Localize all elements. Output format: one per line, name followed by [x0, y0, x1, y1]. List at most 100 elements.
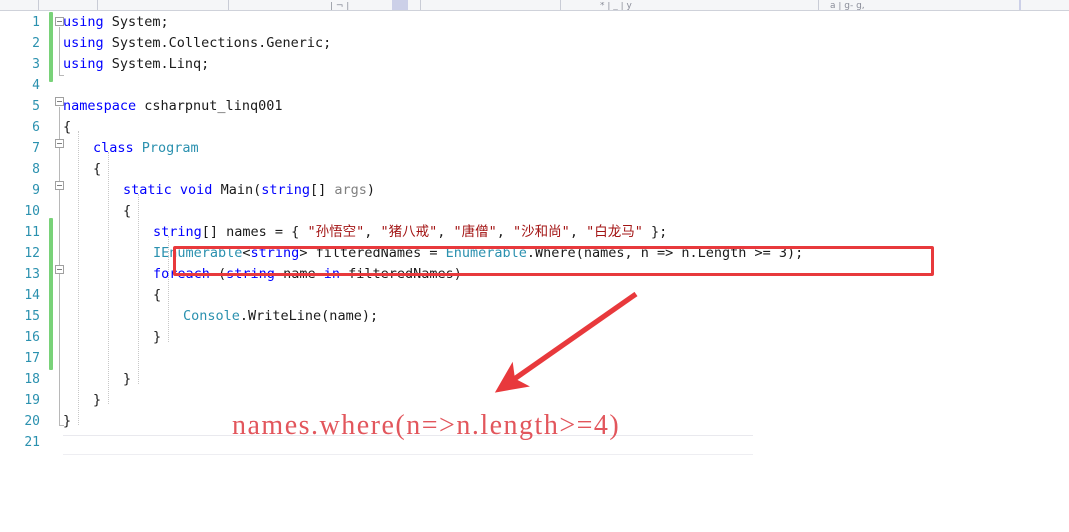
code-line[interactable]: 5 namespace csharpnut_linq001	[0, 96, 1069, 117]
token-str: "猪八戒"	[380, 224, 438, 240]
line-number: 17	[24, 351, 40, 366]
token-id: filteredNames)	[340, 266, 462, 282]
token-pun: }	[123, 371, 132, 387]
code-line[interactable]: 11 string[] names = { "孙悟空", "猪八戒", "唐僧",…	[0, 222, 1069, 243]
code-line[interactable]: 1 using System;	[0, 12, 1069, 33]
toolbar-divider-5	[560, 0, 561, 10]
token-kw: namespace	[63, 98, 137, 114]
toolbar-strip[interactable]: | ¬ | * | _ | y a | g- g,	[0, 0, 1069, 11]
code-line[interactable]: 7 class Program	[0, 138, 1069, 159]
code-line-text[interactable]: string[] names = { "孙悟空", "猪八戒", "唐僧", "…	[153, 222, 667, 243]
code-line[interactable]: 14 {	[0, 285, 1069, 306]
code-editor-surface[interactable]: 1 using System; 2 using System.Collections.…	[0, 11, 1069, 532]
code-line-text[interactable]: }	[63, 411, 71, 432]
code-line-text[interactable]: {	[153, 285, 161, 306]
toolbar-divider-2	[97, 0, 98, 10]
token-pun: {	[63, 119, 72, 135]
toolbar-ghost-right: a | g- g,	[830, 2, 865, 11]
code-line-text[interactable]: }	[153, 327, 161, 348]
token-id: ,	[496, 224, 514, 240]
token-id: ,	[364, 224, 381, 240]
token-kw: void	[179, 182, 213, 198]
code-line[interactable]: 9 static void Main(string[] args)	[0, 180, 1069, 201]
document-end-rule-2	[63, 454, 753, 455]
code-line-text[interactable]: foreach (string name in filteredNames)	[153, 264, 462, 285]
token-id: .Where(names, n => n.Length >= 3);	[526, 245, 804, 261]
code-line[interactable]: 6{	[0, 117, 1069, 138]
token-id: name	[274, 266, 324, 282]
token-kw: string	[250, 245, 300, 261]
token-str: "沙和尚"	[513, 224, 570, 240]
code-line-text[interactable]: class Program	[93, 138, 199, 159]
token-kw: string	[261, 182, 310, 198]
code-line[interactable]: 18}	[0, 369, 1069, 390]
token-kw: in	[323, 266, 340, 282]
code-line-text[interactable]: IEnumerable<string> filteredNames = Enum…	[153, 243, 803, 264]
code-line[interactable]: 17	[0, 348, 1069, 369]
token-prm: args	[334, 182, 367, 198]
token-id: System;	[103, 14, 169, 30]
code-line-text[interactable]: using System;	[63, 12, 169, 33]
code-line[interactable]: 2 using System.Collections.Generic;	[0, 33, 1069, 54]
code-line-text[interactable]: namespace csharpnut_linq001	[63, 96, 282, 117]
code-line-text[interactable]: {	[93, 159, 101, 180]
code-line-text[interactable]: }	[123, 369, 131, 390]
token-pun: >	[299, 245, 316, 261]
token-str: "孙悟空"	[307, 224, 365, 240]
token-str: "白龙马"	[586, 224, 643, 240]
line-number: 16	[24, 330, 40, 345]
code-line[interactable]: 19}	[0, 390, 1069, 411]
annotation-note-text: names.where(n=>n.length>=4)	[232, 410, 621, 441]
token-id: ,	[569, 224, 587, 240]
token-kw: using	[63, 35, 104, 51]
code-line[interactable]: 12 IEnumerable<string> filteredNames = En…	[0, 243, 1069, 264]
code-line-text[interactable]: using System.Linq;	[63, 54, 209, 75]
toolbar-divider-1	[38, 0, 39, 10]
token-id	[134, 140, 142, 156]
line-number: 2	[32, 36, 40, 51]
token-kw: static	[123, 182, 172, 198]
line-number: 11	[24, 225, 40, 240]
code-line-text[interactable]: static void Main(string[] args)	[123, 180, 375, 201]
line-number: 19	[24, 393, 40, 408]
line-number: 9	[32, 183, 40, 198]
token-pun: {	[93, 161, 102, 177]
token-kw: string	[153, 224, 202, 240]
line-number: 21	[24, 435, 40, 450]
token-typ: Enumerable	[445, 245, 527, 261]
token-pun: {	[153, 287, 162, 303]
token-kw: using	[63, 56, 104, 72]
token-kw: string	[226, 266, 275, 282]
token-pun: <	[242, 245, 251, 261]
line-number: 12	[24, 246, 40, 261]
token-id: )	[366, 182, 376, 198]
token-pun: }	[63, 413, 72, 429]
code-line[interactable]: 3 using System.Linq;	[0, 54, 1069, 75]
token-id: Main(	[212, 182, 262, 198]
toolbar-chip-right[interactable]	[1019, 0, 1021, 10]
line-number: 18	[24, 372, 40, 387]
line-number: 14	[24, 288, 40, 303]
line-number: 1	[32, 15, 40, 30]
token-id: []	[310, 182, 335, 198]
code-line[interactable]: 15 Console.WriteLine(name);	[0, 306, 1069, 327]
code-line-text[interactable]: using System.Collections.Generic;	[63, 33, 331, 54]
code-line-text[interactable]: {	[63, 117, 71, 138]
token-typ: Console	[183, 308, 240, 324]
token-kw: class	[93, 140, 134, 156]
token-pun: }	[153, 329, 162, 345]
token-id: System.Collections.Generic;	[103, 35, 332, 51]
code-line[interactable]: 4	[0, 75, 1069, 96]
toolbar-ghost-mid: * | _ | y	[600, 2, 632, 11]
code-line-text[interactable]: {	[123, 201, 131, 222]
code-line-text[interactable]: Console.WriteLine(name);	[183, 306, 378, 327]
token-typ: IEnumerable	[153, 245, 243, 261]
code-line[interactable]: 16}	[0, 327, 1069, 348]
code-line[interactable]: 13 foreach (string name in filteredNames)	[0, 264, 1069, 285]
token-id: .WriteLine(name);	[239, 308, 379, 324]
code-line[interactable]: 10 {	[0, 201, 1069, 222]
code-line-text[interactable]: }	[93, 390, 101, 411]
line-number: 8	[32, 162, 40, 177]
code-line[interactable]: 8{	[0, 159, 1069, 180]
line-number: 3	[32, 57, 40, 72]
